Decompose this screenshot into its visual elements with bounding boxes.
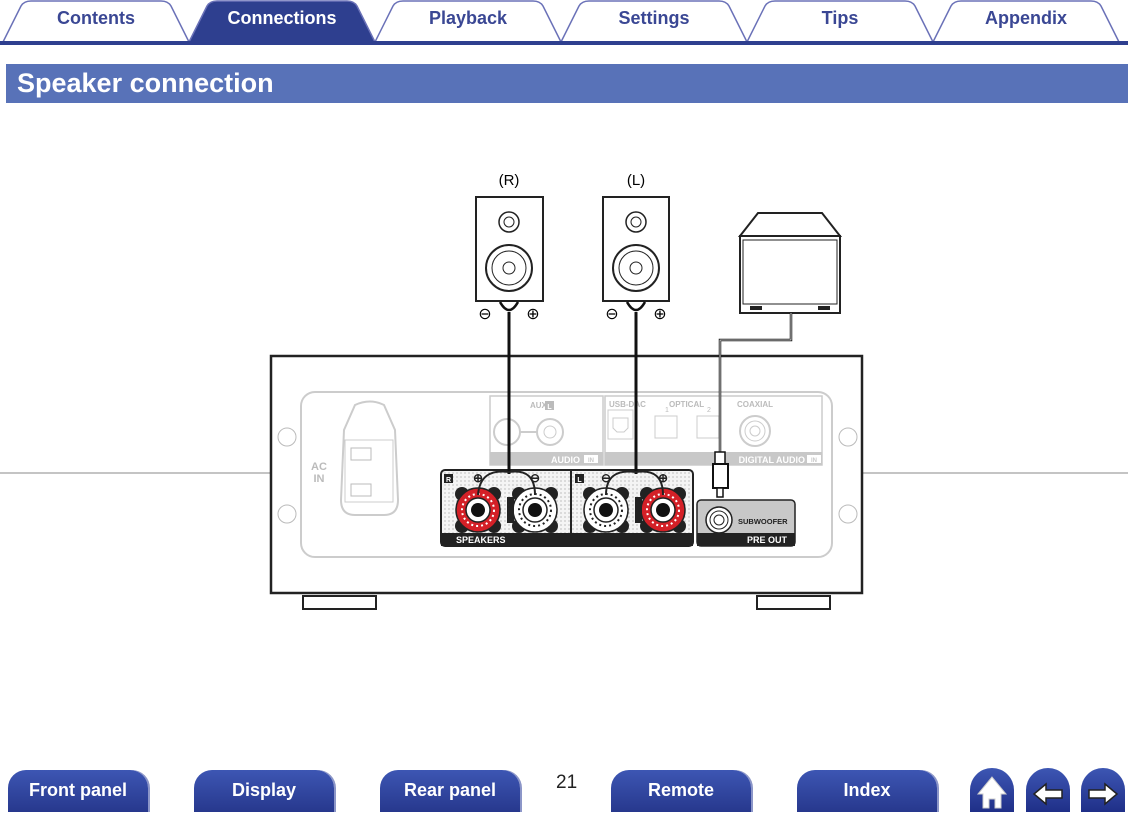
svg-text:⊕: ⊕: [526, 306, 539, 323]
audio-in-label: AUDIO: [551, 455, 580, 465]
page-number: 21: [556, 772, 578, 793]
in-badge-digital: IN: [811, 458, 817, 464]
pre-out-label: PRE OUT: [747, 535, 788, 545]
ac-in-label-2: IN: [314, 473, 325, 485]
svg-text:⊖: ⊖: [478, 306, 491, 323]
optical-label: OPTICAL: [669, 400, 704, 409]
back-arrow-icon: [1032, 782, 1063, 806]
svg-text:⊖: ⊖: [601, 471, 611, 485]
front-panel-button[interactable]: Front panel: [8, 770, 148, 812]
subwoofer-label: SUBWOOFER: [738, 517, 788, 526]
aux-l-badge: L: [547, 404, 552, 411]
forward-button[interactable]: [1081, 768, 1125, 812]
coaxial-label: COAXIAL: [737, 400, 773, 409]
speaker-left: (L) ⊖ ⊕: [602, 172, 670, 323]
usb-dac-label: USB-DAC: [609, 400, 646, 409]
svg-text:⊕: ⊕: [653, 306, 666, 323]
forward-arrow-icon: [1088, 782, 1119, 806]
svg-text:⊖: ⊖: [605, 306, 618, 323]
display-button[interactable]: Display: [194, 770, 334, 812]
amplifier-rear-panel: AC IN AUX L AUDIO IN USB-DAC OPTICAL 1 2…: [0, 354, 1128, 610]
optical-2-label: 2: [707, 407, 711, 414]
home-icon: [976, 776, 1008, 809]
optical-1-label: 1: [665, 407, 669, 414]
back-button[interactable]: [1026, 768, 1070, 812]
speaker-left-label: (L): [627, 172, 645, 189]
ac-in-label: AC: [311, 461, 327, 473]
rear-panel-button[interactable]: Rear panel: [380, 770, 520, 812]
l-badge: L: [577, 477, 582, 484]
aux-label: AUX: [530, 401, 548, 410]
speaker-right: (R) ⊖ ⊕: [475, 172, 544, 323]
speaker-right-label: (R): [499, 172, 520, 189]
remote-button[interactable]: Remote: [611, 770, 751, 812]
index-button[interactable]: Index: [797, 770, 937, 812]
speakers-label: SPEAKERS: [456, 535, 506, 545]
in-badge: IN: [588, 458, 594, 464]
r-badge: R: [446, 477, 451, 484]
speaker-connection-diagram: (R) ⊖ ⊕ (L) ⊖ ⊕ AC IN AUX L AUDIO IN USB-D…: [0, 172, 1128, 610]
digital-audio-in-label: DIGITAL AUDIO: [739, 455, 805, 465]
home-button[interactable]: [970, 768, 1014, 812]
subwoofer-device: [737, 212, 843, 314]
